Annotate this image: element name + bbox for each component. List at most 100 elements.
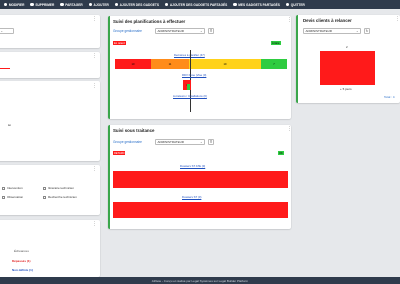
filter-intervention[interactable]: Intervention (2, 186, 23, 190)
left-card-5: ⋮ Échéances Dépassés (1) Non définis (1) (0, 220, 100, 277)
delete-label: SUPPRIMER (35, 2, 55, 7)
add-gadgets-label: AJOUTER DES GADGETS (119, 2, 159, 7)
filter-search-tech-label: Recherche technicien (48, 195, 77, 199)
quotes-title: Devis clients à relancer (303, 18, 352, 23)
modify-button[interactable]: MODIFIER (4, 3, 24, 7)
subcontract-late-tag: RETARD (113, 151, 126, 155)
left-card-4: ⋮ Intervention Observation Itinéraire te… (0, 165, 100, 215)
my-shared-gadgets-label: MES GADGETS PARTAGÉS (238, 2, 280, 7)
planning-seg-red: 10 (115, 59, 151, 69)
filter-icon: ⊽ (209, 28, 213, 33)
subcontract-bar-st (113, 202, 288, 218)
subcontract-group-value: ADMINISTRATEUR (157, 139, 184, 144)
undefined-link[interactable]: Non définis (1) (12, 268, 33, 272)
quotes-refresh-button[interactable]: ↻ (364, 28, 370, 34)
add-gadgets-button[interactable]: AJOUTER DES GADGETS (114, 2, 159, 7)
footer: Athlete - Conçu et réalisé par Legal Sys… (0, 277, 400, 284)
checkbox-icon (43, 186, 46, 190)
delete-button[interactable]: SUPPRIMER (30, 3, 54, 7)
left-select[interactable]: ⌄ (0, 28, 14, 34)
filter-observation[interactable]: Observation (2, 195, 23, 199)
left-card-2: ⋮ (0, 52, 100, 78)
subcontract-bar-ate (113, 171, 288, 188)
planning-todo-tag: À faire (271, 41, 281, 45)
deadlines-label: Échéances (14, 249, 29, 253)
left-card-2-menu-icon[interactable]: ⋮ (92, 54, 97, 59)
planning-menu-icon[interactable]: ⋮ (287, 18, 292, 23)
filter-search-tech[interactable]: Recherche technicien (43, 195, 77, 199)
checkbox-icon (43, 195, 46, 199)
quotes-menu-icon[interactable]: ⋮ (395, 17, 400, 22)
subcontract-title: Suivi sous traitance (113, 128, 155, 133)
quotes-group-value: ADMINISTRATEUR (305, 29, 332, 33)
left-card-5-menu-icon[interactable]: ⋮ (92, 222, 97, 227)
planning-late-tag: En retard (113, 41, 126, 45)
subcontract-filter-button[interactable]: ⊽ (208, 138, 214, 145)
share-label: PARTAGER (65, 2, 83, 7)
add-label: AJOUTER (93, 2, 109, 7)
add-gadgets-icon (114, 2, 119, 7)
planning-seg-orange: 11 (151, 59, 189, 69)
share-button[interactable]: PARTAGER (60, 2, 83, 7)
my-shared-gadgets-icon (233, 2, 237, 7)
add-shared-gadgets-button[interactable]: AJOUTER DES GADGETS PARTAGÉS (164, 2, 228, 7)
subcontract-link-ate[interactable]: Dossiers ST ATE (0) (180, 164, 205, 168)
left-card-1-menu-icon[interactable]: ⋮ (92, 17, 97, 22)
chevron-down-icon: ⌄ (199, 139, 203, 144)
filter-itinerary[interactable]: Itinéraire technicien (43, 186, 74, 190)
quotes-card: Devis clients à relancer ⋮ ADMINISTRATEU… (296, 15, 400, 103)
quotes-sublabel: + 5 jours (340, 87, 352, 91)
add-icon (88, 2, 93, 7)
filter-icon: ⊽ (209, 139, 213, 144)
quit-icon (285, 2, 290, 7)
refresh-icon: ↻ (365, 29, 369, 33)
left-partial-text: lei (8, 123, 12, 127)
add-shared-gadgets-label: AJOUTER DES GADGETS PARTAGÉS (169, 2, 228, 7)
subcontract-group-select[interactable]: ADMINISTRATEUR ⌄ (155, 138, 205, 145)
quit-label: QUITTER (290, 2, 305, 7)
left-card-3: ⋮ lei (0, 81, 100, 161)
planning-filter-button[interactable]: ⊽ (208, 27, 214, 34)
subcontract-group-label: Groupe gestionnaire (113, 140, 142, 144)
left-card-3-menu-icon[interactable]: ⋮ (92, 84, 97, 89)
top-toolbar: MODIFIER SUPPRIMER PARTAGER AJOUTER AJOU… (0, 0, 400, 9)
footer-text: Athlete - Conçu et réalisé par Legal Sys… (151, 278, 249, 283)
quit-button[interactable]: QUITTER (285, 2, 305, 7)
planning-group-label: Groupe gestionnaire (113, 29, 142, 33)
quotes-group-select[interactable]: ADMINISTRATEUR ⌄ (303, 28, 361, 34)
checkbox-icon (2, 195, 5, 199)
left-card-1: ⌄ ⋮ (0, 15, 100, 48)
quotes-bar (320, 51, 375, 85)
left-card-4-menu-icon[interactable]: ⋮ (92, 167, 97, 172)
delete-icon (30, 2, 34, 7)
planning-seg-green: 7 (261, 59, 287, 69)
quotes-value-label: 2 (346, 45, 348, 49)
checkbox-icon (2, 186, 5, 190)
planning-marker-green (187, 84, 190, 90)
chevron-down-icon: ⌄ (199, 28, 203, 33)
overdue-link[interactable]: Dépassés (1) (12, 259, 31, 263)
settings-icon (4, 2, 8, 7)
planning-link-deliveries[interactable]: Livraisons / Installations (0) (173, 94, 207, 98)
add-shared-gadgets-icon (164, 2, 169, 7)
planning-title: Suivi des planifications à effectuer (113, 19, 186, 24)
share-icon (60, 2, 64, 7)
subcontract-ok-tag: OK (278, 151, 284, 155)
chevron-down-icon: ⌄ (355, 29, 359, 33)
add-button[interactable]: AJOUTER (88, 2, 109, 7)
filter-intervention-label: Intervention (7, 186, 23, 190)
subcontract-link-st[interactable]: Dossiers ST (0) (182, 195, 201, 199)
planning-link-rdv[interactable]: RDV Pose (Vise (0) (182, 73, 206, 77)
planning-card: Suivi des planifications à effectuer ⋮ G… (108, 16, 292, 119)
subcontract-menu-icon[interactable]: ⋮ (287, 127, 292, 132)
modify-label: MODIFIER (8, 2, 25, 7)
chevron-down-icon: ⌄ (0, 29, 4, 33)
my-shared-gadgets-button[interactable]: MES GADGETS PARTAGÉS (233, 3, 280, 7)
planning-seg-yellow: 19 (189, 59, 261, 69)
filter-observation-label: Observation (7, 195, 24, 199)
subcontract-card: Suivi sous traitance ⋮ Groupe gestionnai… (108, 125, 292, 229)
quotes-total: Total : 4 (384, 95, 395, 99)
planning-group-select[interactable]: ADMINISTRATEUR ⌄ (155, 27, 205, 34)
planning-group-value: ADMINISTRATEUR (157, 28, 184, 33)
filter-itinerary-label: Itinéraire technicien (48, 186, 75, 190)
